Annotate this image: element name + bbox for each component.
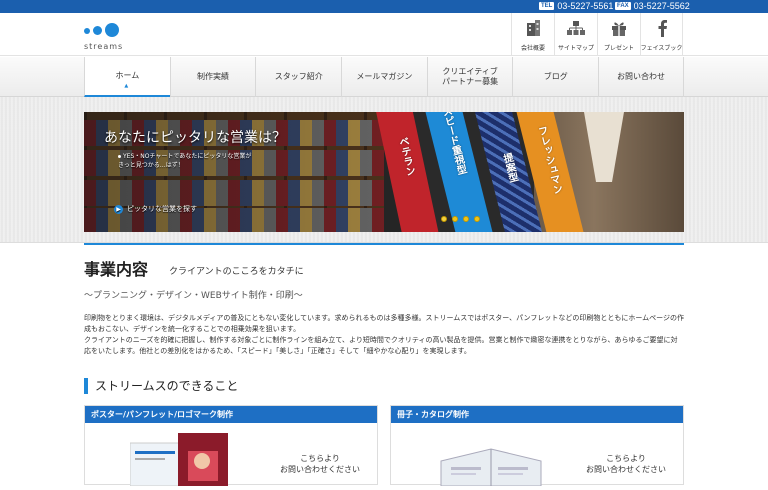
card-contact-link[interactable]: こちらより お問い合わせください <box>280 453 360 475</box>
card-contact-link[interactable]: こちらより お問い合わせください <box>586 453 666 475</box>
section-divider <box>84 243 684 245</box>
fax-number: 03-5227-5562 <box>633 1 690 11</box>
utility-company[interactable]: 会社概要 <box>511 13 554 56</box>
nav-works[interactable]: 制作実績 <box>169 57 256 97</box>
top-contact-bar: TEL 03-5227-5561 FAX 03-5227-5562 <box>0 0 768 13</box>
card-heading: 冊子・カタログ制作 <box>391 406 683 423</box>
pager-dot[interactable] <box>463 216 469 222</box>
banner-pager <box>441 216 485 222</box>
poster-sample-image <box>129 431 240 487</box>
tie-label: 提案型 <box>500 152 519 184</box>
building-icon <box>524 13 542 43</box>
utility-label: プレゼント <box>603 45 634 52</box>
utility-label: 会社概要 <box>520 45 545 52</box>
pager-dot[interactable] <box>452 216 458 222</box>
business-description: 印刷物をとりまく環境は、デジタルメディアの普及にともない変化しています。求められ… <box>84 314 684 355</box>
tie-label: ベテラン <box>396 135 416 178</box>
site-logo[interactable]: streams <box>84 20 144 54</box>
business-title: 事業内容 <box>84 260 149 279</box>
facebook-icon <box>656 13 668 43</box>
global-nav: ホーム ▲ 制作実績 スタッフ紹介 メールマガジン クリエイティブ パートナー募… <box>0 57 768 97</box>
nav-label: ホーム <box>115 71 140 80</box>
hero-banner[interactable]: ベテラン スピード重視型 提案型 フレッシュマン あなたにピッタリな営業は？ Y… <box>84 112 684 232</box>
active-caret-icon: ▲ <box>124 83 129 89</box>
nav-blog[interactable]: ブログ <box>512 57 598 97</box>
banner-subtext-text: YES・NOチャートであなたにピッタリな営業が きっと見つかる…はず！ <box>118 153 252 169</box>
sitemap-icon <box>566 13 586 43</box>
capability-card-poster[interactable]: ポスター/パンフレット/ロゴマーク制作 こちらより お問い合わせください <box>84 405 378 487</box>
tel-contact: TEL 03-5227-5561 <box>539 1 613 11</box>
fax-tag: FAX <box>615 2 631 10</box>
nav-mailmagazine[interactable]: メールマガジン <box>341 57 427 97</box>
nav-label: 制作実績 <box>197 72 230 81</box>
nav-home[interactable]: ホーム ▲ <box>84 57 170 97</box>
card-heading: ポスター/パンフレット/ロゴマーク制作 <box>85 406 377 423</box>
utility-present[interactable]: プレゼント <box>597 13 640 56</box>
utility-label: サイトマップ <box>557 45 594 52</box>
utility-facebook[interactable]: フェイスブック <box>640 13 683 56</box>
tie-label: スピード重視型 <box>438 112 467 177</box>
nav-label: クリエイティブ パートナー募集 <box>442 67 499 86</box>
business-subtitle: ～プランニング・デザイン・WEBサイト制作・印刷～ <box>84 291 303 301</box>
arrow-right-icon: ▶ <box>114 204 123 214</box>
banner-cta-label: ピッタリな営業を探す <box>127 205 197 213</box>
capability-card-catalog[interactable]: 冊子・カタログ制作 こちらより お問い合わせください <box>390 405 684 487</box>
gift-icon <box>610 13 628 43</box>
business-catchphrase: クライアントのこころをカタチに <box>169 267 304 277</box>
banner-cta-link[interactable]: ▶ ピッタリな営業を探す <box>114 204 197 214</box>
pager-dot[interactable] <box>441 216 447 222</box>
pager-dot[interactable] <box>474 216 480 222</box>
utility-links: 会社概要 サイトマップ プレゼント フェイスブック <box>511 13 683 56</box>
banner-subtext: YES・NOチャートであなたにピッタリな営業が きっと見つかる…はず！ <box>118 152 278 170</box>
utility-label: フェイスブック <box>640 45 683 52</box>
nav-staff[interactable]: スタッフ紹介 <box>255 57 341 97</box>
nav-creative-partner[interactable]: クリエイティブ パートナー募集 <box>426 57 513 97</box>
fax-contact: FAX 03-5227-5562 <box>615 1 690 11</box>
capabilities-title: ストリームスのできること <box>84 378 238 394</box>
utility-sitemap[interactable]: サイトマップ <box>554 13 597 56</box>
catalog-sample-image <box>436 431 546 487</box>
logo-wordmark: streams <box>84 42 124 51</box>
nav-label: メールマガジン <box>356 72 413 81</box>
nav-label: お問い合わせ <box>616 72 665 81</box>
nav-label: スタッフ紹介 <box>274 72 323 81</box>
tel-number[interactable]: 03-5227-5561 <box>557 1 613 11</box>
nav-contact[interactable]: お問い合わせ <box>598 57 684 97</box>
nav-label: ブログ <box>543 72 568 81</box>
tel-tag: TEL <box>539 2 555 10</box>
banner-headline: あなたにピッタリな営業は？ <box>104 130 286 146</box>
